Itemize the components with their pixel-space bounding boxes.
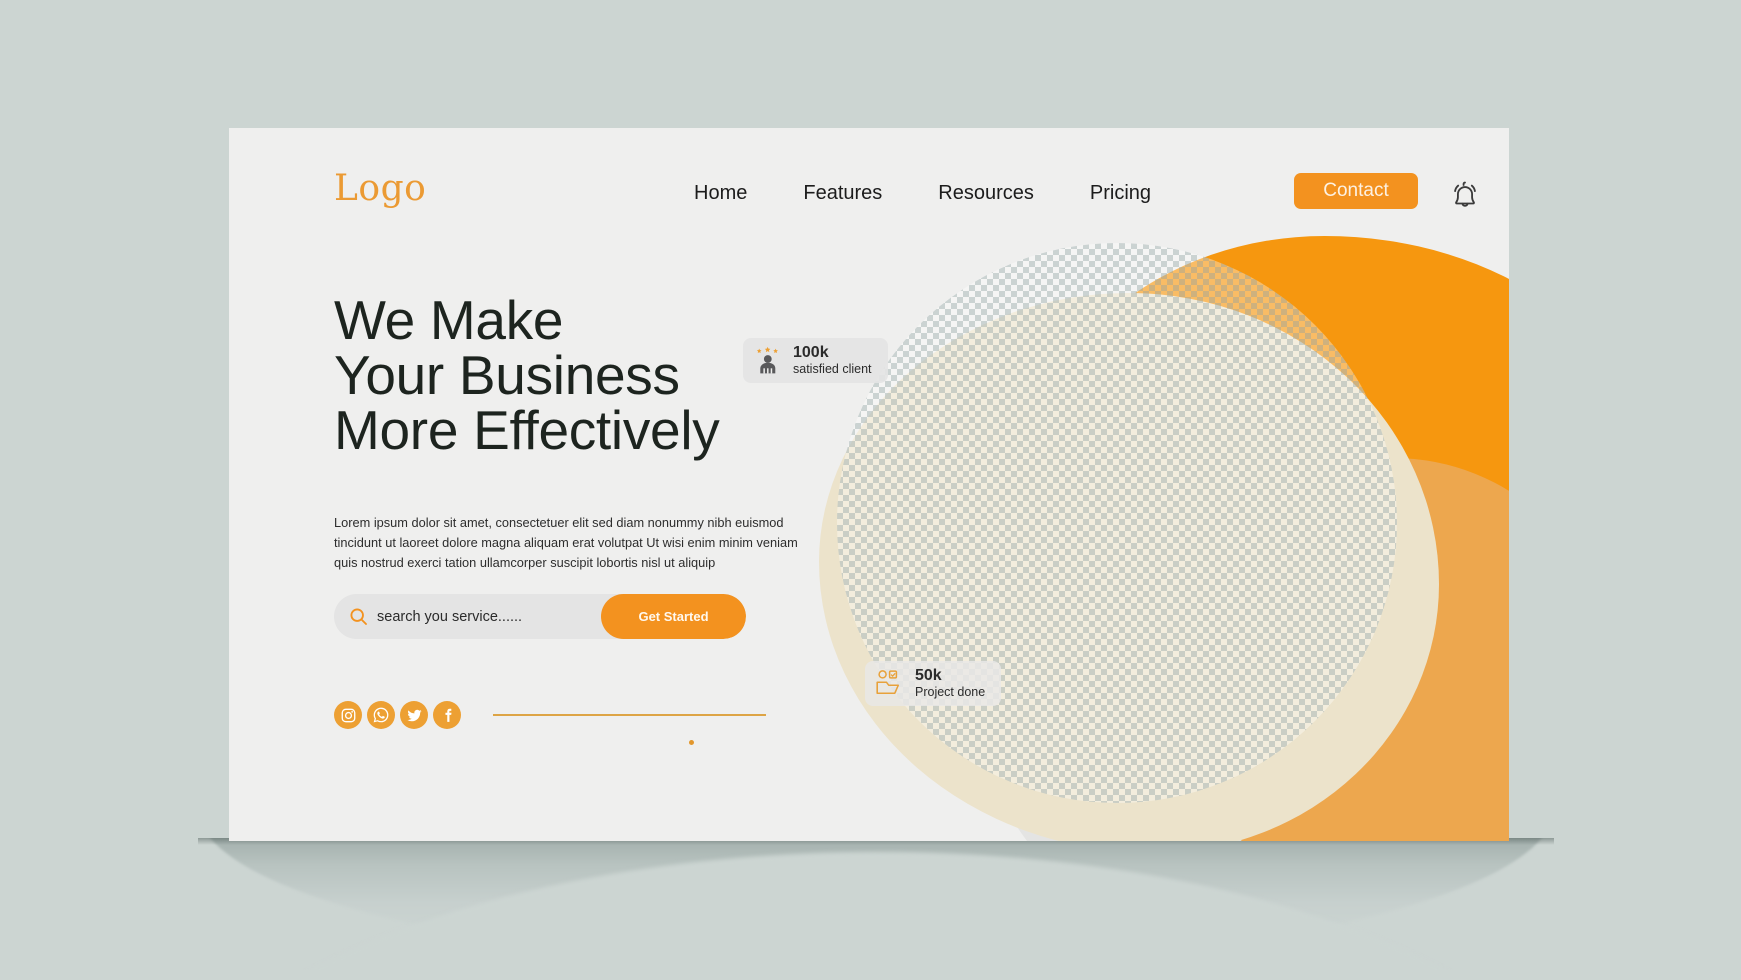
clients-rating-icon [753,345,783,375]
twitter-icon[interactable] [400,701,428,729]
nav-link-pricing[interactable]: Pricing [1062,182,1179,205]
shadow-body [198,838,1554,966]
stat-value: 100k [793,344,829,361]
nav-link-home[interactable]: Home [666,182,775,205]
nav-link-features[interactable]: Features [775,182,910,205]
hero-description: Lorem ipsum dolor sit amet, consectetuer… [334,515,798,570]
whatsapp-icon[interactable] [367,701,395,729]
nav-link-resources[interactable]: Resources [910,182,1062,205]
landing-page-card: Logo Home Features Resources Pricing Con… [229,128,1509,841]
nav-links: Home Features Resources Pricing [666,182,1179,205]
hero-image-placeholder [837,243,1397,803]
shadow-highlight [198,852,1554,970]
social-links [334,701,766,729]
socials-divider [493,714,766,716]
contact-button[interactable]: Contact [1294,173,1418,209]
badge-text-group: 100k satisfied client [793,344,872,377]
badge-projects-done: 50k Project done [865,661,1002,706]
stat-label: satisfied client [793,362,872,377]
stat-label: Project done [915,685,986,700]
card-drop-shadow [198,838,1554,970]
page-title: We Make Your Business More Effectively [334,289,720,461]
badge-satisfied-clients: 100k satisfied client [743,338,888,383]
facebook-icon[interactable] [433,701,461,729]
notification-bell-button[interactable] [1445,176,1485,216]
search-input[interactable] [377,594,601,639]
bell-icon [1448,181,1482,215]
projects-folder-icon [875,669,905,697]
navbar: Logo Home Features Resources Pricing Con… [229,128,1509,256]
get-started-button[interactable]: Get Started [601,594,746,639]
search-icon [348,606,369,627]
decorative-dot [689,740,694,745]
search-bar: Get Started [334,594,746,639]
badge-text-group: 50k Project done [915,667,985,700]
stat-value: 50k [915,667,942,684]
logo[interactable]: Logo [334,171,426,207]
instagram-icon[interactable] [334,701,362,729]
